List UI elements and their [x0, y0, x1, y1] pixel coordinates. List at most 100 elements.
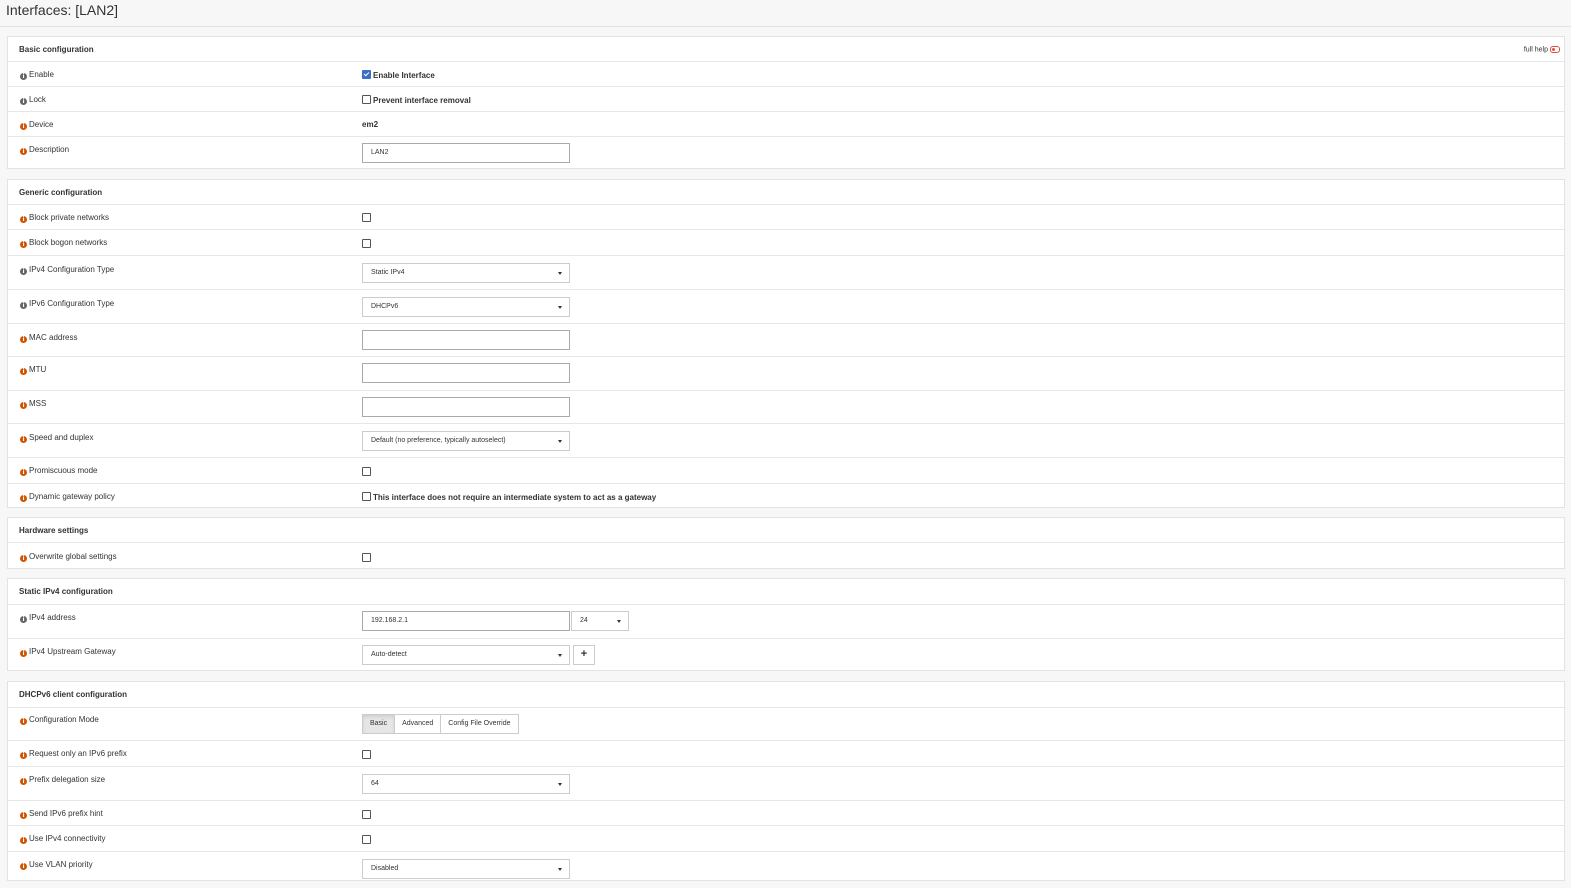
- full-help-label: full help: [1523, 46, 1548, 54]
- promisc-checkbox[interactable]: [362, 467, 373, 477]
- checkbox-icon[interactable]: [362, 835, 371, 844]
- section-title: Static IPv4 configuration: [19, 587, 113, 596]
- full-help-toggle[interactable]: full help: [1524, 46, 1560, 53]
- block-bogon-label: i Block bogon networks: [20, 238, 107, 248]
- caret-down-icon: [558, 306, 562, 309]
- info-icon[interactable]: i: [20, 718, 27, 725]
- mode-config-file-override-button[interactable]: Config File Override: [440, 714, 519, 734]
- toggle-icon: [1550, 46, 1560, 53]
- mss-input[interactable]: [362, 397, 570, 417]
- config-mode-toggle: Basic Advanced Config File Override: [362, 714, 519, 734]
- lock-checkbox[interactable]: Prevent interface removal: [362, 95, 471, 105]
- info-icon[interactable]: i: [20, 812, 27, 819]
- prefix-only-checkbox[interactable]: [362, 750, 373, 760]
- ipv4-type-select[interactable]: Static IPv4: [362, 263, 570, 283]
- select-value: Auto-detect: [371, 651, 407, 658]
- use-ipv4-label: i Use IPv4 connectivity: [20, 834, 105, 844]
- info-icon[interactable]: i: [20, 650, 27, 657]
- info-icon[interactable]: i: [20, 863, 27, 870]
- section-title: Generic configuration: [19, 188, 103, 197]
- select-value: 64: [371, 780, 379, 787]
- info-icon[interactable]: i: [20, 123, 27, 130]
- info-icon[interactable]: i: [20, 495, 27, 502]
- info-icon[interactable]: i: [20, 216, 27, 223]
- info-icon[interactable]: i: [20, 368, 27, 375]
- mtu-input[interactable]: [362, 363, 570, 383]
- checkbox-icon[interactable]: [362, 492, 371, 501]
- caret-down-icon: [617, 620, 621, 623]
- dyn-gw-checkbox[interactable]: This interface does not require an inter…: [362, 492, 656, 502]
- lock-label: i Lock: [20, 95, 46, 105]
- dhcpv6-section: DHCPv6 client configuration i Configurati…: [7, 681, 1565, 881]
- page-title: Interfaces: [LAN2]: [6, 2, 119, 18]
- block-private-checkbox[interactable]: [362, 213, 373, 223]
- ipv4-type-label: i IPv4 Configuration Type: [20, 265, 114, 275]
- info-icon[interactable]: i: [20, 436, 27, 443]
- caret-down-icon: [558, 868, 562, 871]
- overwrite-label: i Overwrite global settings: [20, 552, 117, 562]
- gateway-select[interactable]: Auto-detect: [362, 645, 570, 665]
- prefix-size-select[interactable]: 64: [362, 774, 570, 794]
- mac-input[interactable]: [362, 330, 570, 350]
- caret-down-icon: [558, 272, 562, 275]
- info-icon[interactable]: i: [20, 616, 27, 623]
- info-icon[interactable]: i: [20, 402, 27, 409]
- info-icon[interactable]: i: [20, 302, 27, 309]
- info-icon[interactable]: i: [20, 555, 27, 562]
- ipv6-type-select[interactable]: DHCPv6: [362, 297, 570, 317]
- block-private-label: i Block private networks: [20, 213, 109, 223]
- info-icon[interactable]: i: [20, 837, 27, 844]
- speed-select[interactable]: Default (no preference, typically autose…: [362, 431, 570, 451]
- dyn-gw-label: i Dynamic gateway policy: [20, 492, 115, 502]
- info-icon[interactable]: i: [20, 241, 27, 248]
- static-ipv4-section: Static IPv4 configuration i IPv4 address …: [7, 578, 1565, 671]
- checkbox-icon[interactable]: [362, 810, 371, 819]
- speed-label: i Speed and duplex: [20, 433, 94, 443]
- info-icon[interactable]: i: [20, 752, 27, 759]
- section-title: DHCPv6 client configuration: [19, 690, 128, 699]
- use-ipv4-checkbox[interactable]: [362, 835, 373, 845]
- prefix-hint-checkbox[interactable]: [362, 810, 373, 820]
- mode-basic-button[interactable]: Basic: [362, 714, 396, 734]
- block-bogon-checkbox[interactable]: [362, 239, 373, 249]
- section-title: Basic configuration: [19, 45, 94, 54]
- basic-configuration-section: Basic configuration full help i Enable En…: [7, 36, 1565, 169]
- select-value: 24: [580, 617, 588, 624]
- info-icon[interactable]: i: [20, 148, 27, 155]
- vlan-prio-select[interactable]: Disabled: [362, 859, 570, 879]
- checkbox-checked-icon[interactable]: [362, 70, 371, 79]
- prefix-size-label: i Prefix delegation size: [20, 775, 105, 785]
- select-value: Default (no preference, typically autose…: [371, 437, 506, 444]
- info-icon[interactable]: i: [20, 778, 27, 785]
- mac-label: i MAC address: [20, 333, 77, 343]
- checkbox-icon[interactable]: [362, 239, 371, 248]
- checkbox-icon[interactable]: [362, 467, 371, 476]
- config-mode-label: i Configuration Mode: [20, 715, 99, 725]
- ipv4-address-input[interactable]: 192.168.2.1: [362, 611, 570, 631]
- ipv6-type-label: i IPv6 Configuration Type: [20, 299, 114, 309]
- caret-down-icon: [558, 654, 562, 657]
- info-icon[interactable]: i: [20, 73, 27, 80]
- divider: [0, 26, 1571, 27]
- checkbox-icon[interactable]: [362, 750, 371, 759]
- checkbox-icon[interactable]: [362, 95, 371, 104]
- checkbox-icon[interactable]: [362, 553, 371, 562]
- description-input[interactable]: LAN2: [362, 143, 570, 163]
- device-label: i Device: [20, 120, 53, 130]
- add-gateway-button[interactable]: +: [573, 645, 595, 665]
- subnet-select[interactable]: 24: [571, 611, 629, 631]
- mtu-label: i MTU: [20, 365, 46, 375]
- section-title: Hardware settings: [19, 526, 89, 535]
- enable-checkbox[interactable]: Enable Interface: [362, 70, 435, 80]
- checkbox-icon[interactable]: [362, 213, 371, 222]
- device-value: em2: [362, 120, 379, 129]
- info-icon[interactable]: i: [20, 98, 27, 105]
- caret-down-icon: [558, 783, 562, 786]
- info-icon[interactable]: i: [20, 336, 27, 343]
- info-icon[interactable]: i: [20, 469, 27, 476]
- caret-down-icon: [558, 440, 562, 443]
- overwrite-checkbox[interactable]: [362, 553, 373, 563]
- info-icon[interactable]: i: [20, 268, 27, 275]
- select-value: Static IPv4: [371, 269, 405, 276]
- mode-advanced-button[interactable]: Advanced: [394, 714, 442, 734]
